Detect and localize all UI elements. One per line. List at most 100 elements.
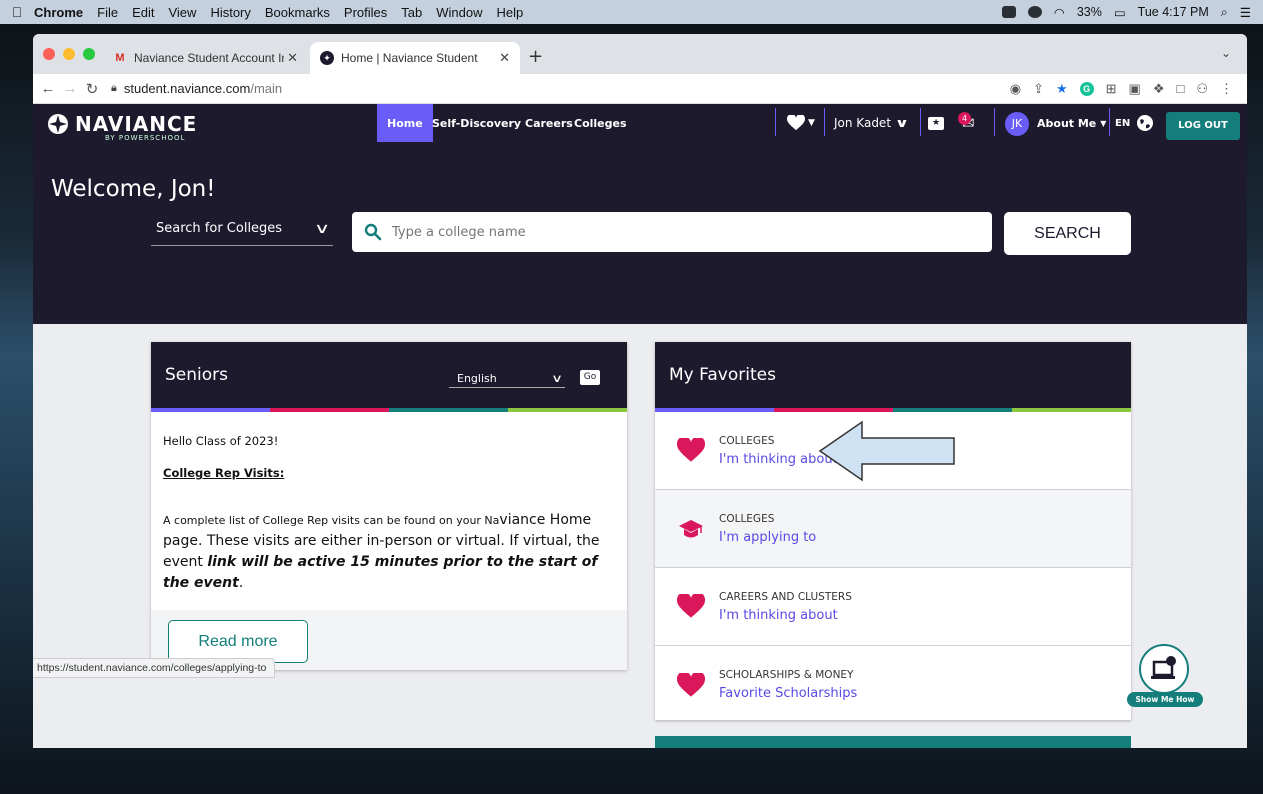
- menu-kebab-icon[interactable]: ⋮: [1220, 81, 1233, 97]
- back-icon[interactable]: ←: [37, 80, 59, 97]
- search-button[interactable]: SEARCH: [1004, 212, 1131, 255]
- search-icon: [364, 223, 382, 241]
- language-select-value: English: [457, 372, 497, 385]
- sidebar-icon[interactable]: □: [1176, 81, 1184, 96]
- browser-window: M Naviance Student Account Info ✕ ✦ Home…: [33, 34, 1247, 748]
- menu-bookmarks[interactable]: Bookmarks: [265, 5, 330, 20]
- favorites-menu[interactable]: ▼: [787, 104, 815, 142]
- tab-title: Naviance Student Account Info: [134, 51, 284, 65]
- heart-icon: [677, 438, 705, 462]
- user-menu[interactable]: Jon Kadet ∨: [834, 104, 910, 142]
- logo-subtext: BY POWERSCHOOL: [105, 134, 186, 142]
- seniors-card: Seniors English ∨ Go Hello Class of 2023…: [151, 342, 627, 670]
- reload-icon[interactable]: ↻: [81, 80, 103, 98]
- menu-history[interactable]: History: [210, 5, 250, 20]
- tab-search-chevron-icon[interactable]: ⌄: [1221, 46, 1231, 60]
- menu-view[interactable]: View: [168, 5, 196, 20]
- url-field[interactable]: 🔒︎ student.naviance.com /main: [111, 81, 282, 96]
- menu-window[interactable]: Window: [436, 5, 482, 20]
- battery-percent[interactable]: 33%: [1077, 5, 1102, 19]
- favorite-link[interactable]: I'm applying to: [719, 530, 816, 545]
- avatar[interactable]: JK: [1005, 112, 1029, 136]
- menu-help[interactable]: Help: [497, 5, 524, 20]
- grammarly-icon[interactable]: G: [1079, 81, 1094, 96]
- nav-tab-colleges[interactable]: Colleges: [564, 104, 637, 142]
- battery-icon[interactable]: ▭: [1114, 5, 1126, 20]
- naviance-logo[interactable]: NAVIANCE BY POWERSCHOOL: [47, 112, 197, 142]
- status-bar-link: https://student.naviance.com/colleges/ap…: [33, 658, 276, 678]
- read-more-button[interactable]: Read more: [168, 620, 308, 663]
- seniors-paragraph: A complete list of College Rep visits ca…: [163, 512, 600, 591]
- favorites-card-header: My Favorites: [655, 342, 1131, 408]
- new-tab-button[interactable]: +: [528, 46, 543, 67]
- menu-chrome[interactable]: Chrome: [34, 5, 83, 20]
- forward-icon[interactable]: →: [59, 80, 81, 97]
- cloud-icon[interactable]: [1027, 6, 1042, 18]
- logout-button[interactable]: LOG OUT: [1166, 112, 1240, 140]
- chevron-down-icon: ∨: [894, 116, 910, 130]
- menu-tab[interactable]: Tab: [401, 5, 422, 20]
- compass-logo-icon: [48, 114, 68, 134]
- grid-extension-icon[interactable]: ⊞: [1106, 81, 1117, 97]
- language-code: EN: [1115, 117, 1131, 129]
- announcements-button[interactable]: ★: [928, 104, 944, 142]
- eye-off-icon[interactable]: ◉: [1010, 81, 1021, 97]
- favorite-link[interactable]: Favorite Scholarships: [719, 686, 857, 701]
- tab-naviance-home[interactable]: ✦ Home | Naviance Student ✕: [310, 42, 520, 74]
- seniors-card-header: Seniors English ∨ Go: [151, 342, 627, 408]
- favorite-link[interactable]: I'm thinking about: [719, 608, 852, 623]
- about-me-menu[interactable]: About Me ▼: [1037, 104, 1106, 142]
- favorite-scholarships[interactable]: SCHOLARSHIPS & MONEY Favorite Scholarshi…: [655, 646, 1131, 724]
- share-icon[interactable]: ⇪: [1033, 81, 1044, 97]
- annotation-arrow-icon: [818, 420, 955, 482]
- profile-icon[interactable]: ⚇: [1196, 81, 1208, 97]
- close-tab-icon[interactable]: ✕: [499, 50, 510, 66]
- url-host: student.naviance.com: [123, 81, 251, 96]
- apple-icon[interactable]: : [0, 4, 34, 20]
- heart-icon: [787, 115, 805, 131]
- hero-header: NAVIANCE BY POWERSCHOOL Home Self-Discov…: [33, 104, 1247, 324]
- laptop-help-icon: [1151, 656, 1176, 679]
- seniors-title: Seniors: [165, 365, 228, 385]
- college-rep-heading: College Rep Visits:: [163, 466, 285, 480]
- bookmark-star-icon[interactable]: ★: [1056, 81, 1068, 97]
- globe-icon: [1137, 115, 1154, 131]
- show-me-how-button[interactable]: Show Me How: [1127, 644, 1203, 716]
- tab-gmail[interactable]: M Naviance Student Account Info ✕: [103, 42, 308, 74]
- favorite-careers-thinking[interactable]: CAREERS AND CLUSTERS I'm thinking about: [655, 568, 1131, 646]
- wifi-icon[interactable]: ◠: [1054, 5, 1065, 20]
- minimize-window-button[interactable]: [63, 48, 75, 60]
- control-center-icon[interactable]: ☰: [1240, 5, 1251, 20]
- extension-icon[interactable]: ▣: [1129, 81, 1141, 97]
- gmail-icon: M: [115, 52, 125, 64]
- language-select[interactable]: English ∨: [449, 370, 565, 388]
- college-search-box[interactable]: [352, 212, 992, 252]
- menu-edit[interactable]: Edit: [132, 5, 154, 20]
- favorite-category: SCHOLARSHIPS & MONEY: [719, 669, 854, 681]
- lock-icon[interactable]: 🔒︎: [111, 82, 117, 95]
- favorite-colleges-applying[interactable]: COLLEGES I'm applying to: [655, 490, 1131, 568]
- tab-bar: M Naviance Student Account Info ✕ ✦ Home…: [33, 34, 1247, 74]
- tray-app-icon[interactable]: [1001, 6, 1016, 18]
- zoom-window-button[interactable]: [83, 48, 95, 60]
- next-card-header: [655, 736, 1131, 748]
- search-type-select[interactable]: Search for Colleges ∨: [151, 212, 333, 246]
- seniors-body: Hello Class of 2023! College Rep Visits:…: [151, 412, 627, 610]
- search-input[interactable]: [392, 224, 952, 240]
- spotlight-icon[interactable]: ⌕: [1221, 5, 1228, 20]
- puzzle-icon[interactable]: ❖: [1153, 81, 1165, 97]
- message-count-badge: 4: [958, 112, 971, 125]
- close-window-button[interactable]: [43, 48, 55, 60]
- heart-icon: [677, 672, 705, 697]
- menu-file[interactable]: File: [97, 5, 118, 20]
- close-tab-icon[interactable]: ✕: [287, 50, 298, 66]
- clock[interactable]: Tue 4:17 PM: [1138, 5, 1209, 19]
- heart-icon: [677, 594, 705, 618]
- go-button[interactable]: Go: [580, 370, 600, 385]
- show-me-how-label: Show Me How: [1127, 692, 1203, 707]
- language-menu[interactable]: EN: [1115, 104, 1154, 142]
- menu-profiles[interactable]: Profiles: [344, 5, 387, 20]
- search-type-label: Search for Colleges: [156, 221, 283, 236]
- caret-down-icon: ▼: [1100, 118, 1107, 128]
- user-name: Jon Kadet: [834, 116, 892, 130]
